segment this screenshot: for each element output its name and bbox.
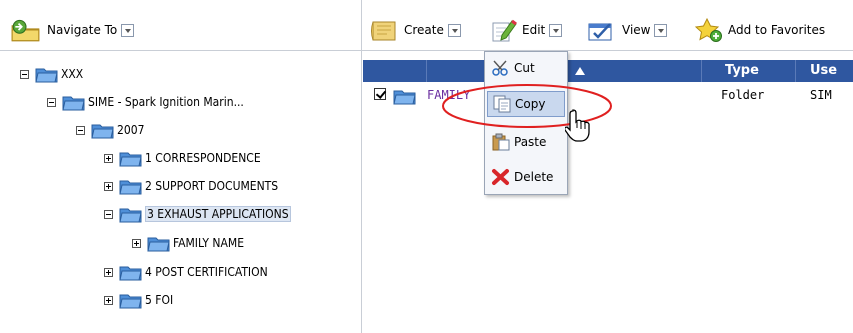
tree-item-support-documents[interactable]: 2 SUPPORT DOCUMENTS [104, 176, 278, 196]
edit-pencil-icon [492, 19, 517, 42]
chevron-down-icon[interactable] [654, 23, 668, 37]
chevron-down-icon[interactable] [121, 23, 135, 37]
column-divider [426, 60, 427, 82]
folder-icon [62, 96, 85, 111]
hand-cursor-icon [565, 109, 590, 142]
tree-item-xxx[interactable]: XXX [20, 64, 83, 84]
folder-icon [119, 294, 142, 309]
view-label: View [622, 23, 651, 37]
expand-icon[interactable] [132, 238, 141, 248]
delete-x-icon [492, 169, 509, 185]
expand-icon[interactable] [104, 295, 113, 305]
expand-icon[interactable] [104, 153, 113, 163]
folder-icon [119, 180, 142, 195]
add-to-favorites-label: Add to Favorites [728, 23, 826, 37]
menu-item-delete[interactable]: Delete [487, 164, 565, 190]
folder-icon [393, 90, 416, 105]
create-folder-icon [371, 21, 396, 41]
tree-item-label: SIME - Spark Ignition Marin... [88, 95, 244, 109]
column-divider [795, 60, 796, 82]
create-button[interactable]: Create [369, 9, 461, 51]
folder-icon [119, 266, 142, 281]
tree-item-family-name[interactable]: FAMILY NAME [132, 233, 244, 253]
tree-item-label: 1 CORRESPONDENCE [145, 151, 261, 165]
chevron-down-icon[interactable] [447, 23, 461, 37]
grid-header: Type Use [363, 60, 853, 82]
column-header-type[interactable]: Type [725, 63, 759, 78]
scissors-icon [492, 60, 508, 76]
create-label: Create [404, 23, 444, 37]
tree-item-label: 2007 [117, 123, 145, 137]
row-checkbox[interactable] [374, 88, 386, 100]
folder-icon [91, 124, 114, 139]
tree-item-label: XXX [61, 67, 84, 81]
toolbar-divider [0, 50, 853, 51]
pane-divider [361, 0, 362, 333]
expand-icon[interactable] [104, 267, 113, 277]
sort-ascending-icon[interactable] [575, 67, 585, 75]
folder-icon [119, 152, 142, 167]
navigate-to-label: Navigate To [47, 23, 118, 37]
tree-item-label: 4 POST CERTIFICATION [145, 265, 268, 279]
column-header-user[interactable]: Use [810, 63, 837, 78]
row-type-cell: Folder [721, 88, 765, 102]
folder-icon [147, 237, 170, 252]
collapse-icon[interactable] [104, 209, 113, 219]
edit-button[interactable]: Edit [490, 9, 563, 51]
folder-icon [119, 208, 142, 223]
tree-item-correspondence[interactable]: 1 CORRESPONDENCE [104, 148, 261, 168]
folder-icon [35, 68, 58, 83]
collapse-icon[interactable] [76, 125, 85, 135]
tree-item-sime[interactable]: SIME - Spark Ignition Marin... [47, 92, 244, 112]
paste-icon [492, 133, 510, 151]
menu-item-paste[interactable]: Paste [487, 129, 565, 155]
tree-item-label: FAMILY NAME [173, 236, 245, 250]
tree-item-label: 3 EXHAUST APPLICATIONS [145, 206, 291, 222]
collapse-icon[interactable] [47, 97, 56, 107]
menu-item-label: Paste [514, 135, 547, 149]
tree-item-foi[interactable]: 5 FOI [104, 290, 173, 310]
menu-item-cut[interactable]: Cut [487, 55, 565, 81]
edit-label: Edit [522, 23, 546, 37]
star-add-icon [694, 17, 722, 42]
add-to-favorites-button[interactable]: Add to Favorites [694, 9, 825, 51]
collapse-icon[interactable] [20, 69, 29, 79]
chevron-down-icon[interactable] [549, 23, 563, 37]
navigate-to-button[interactable]: Navigate To [10, 9, 135, 51]
view-check-icon [588, 23, 612, 41]
view-button[interactable]: View [587, 9, 668, 51]
row-user-cell: SIM [810, 88, 832, 102]
tree-item-post-certification[interactable]: 4 POST CERTIFICATION [104, 262, 268, 282]
tree-item-label: 2 SUPPORT DOCUMENTS [145, 179, 279, 193]
menu-item-label: Cut [514, 61, 535, 75]
tree-item-exhaust-applications[interactable]: 3 EXHAUST APPLICATIONS [104, 204, 291, 224]
column-divider [701, 60, 702, 82]
menu-item-label: Delete [514, 170, 554, 184]
tree-item-2007[interactable]: 2007 [76, 120, 144, 140]
expand-icon[interactable] [104, 181, 113, 191]
tree-item-label: 5 FOI [145, 293, 174, 307]
navigate-folder-icon [11, 19, 40, 42]
